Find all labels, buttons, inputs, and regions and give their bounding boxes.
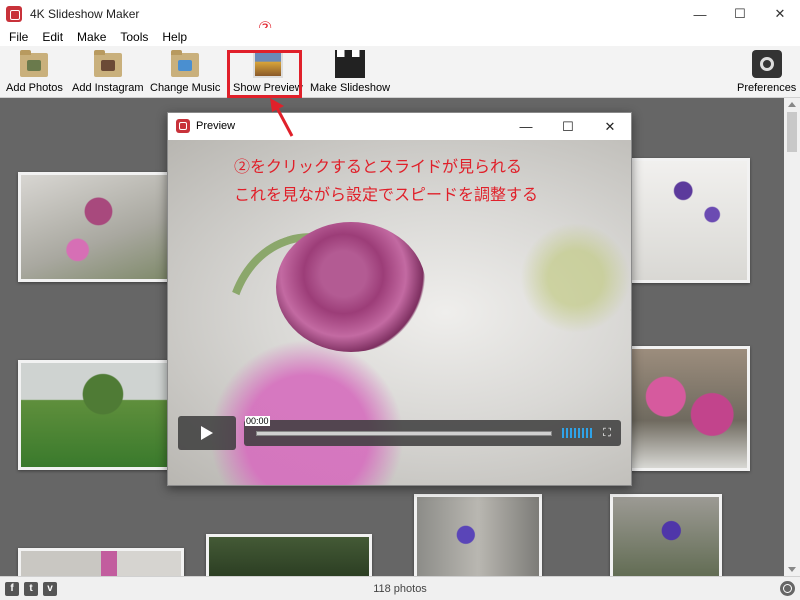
preferences-icon [751, 50, 782, 78]
menu-make[interactable]: Make [70, 30, 113, 44]
photo-thumbnail[interactable] [610, 494, 722, 576]
photo-thumbnail[interactable] [628, 158, 750, 283]
add-photos-label: Add Photos [6, 82, 63, 94]
add-instagram-label: Add Instagram [72, 82, 144, 94]
volume-icon[interactable] [562, 428, 594, 438]
instagram-icon [93, 50, 123, 78]
video-player-controls: 00:00 ⛶ [178, 416, 621, 450]
preferences-label: Preferences [737, 82, 797, 94]
menu-help[interactable]: Help [155, 30, 194, 44]
window-controls: — ☐ ✕ [680, 0, 800, 28]
photo-thumbnail[interactable] [18, 360, 173, 470]
photo-thumbnail[interactable] [206, 534, 372, 576]
photo-thumbnail[interactable] [18, 172, 173, 282]
preview-app-icon [176, 119, 190, 133]
fullscreen-icon[interactable]: ⛶ [600, 426, 614, 440]
close-button[interactable]: ✕ [760, 0, 800, 28]
globe-icon[interactable] [780, 581, 795, 596]
scroll-up-arrow-icon[interactable] [788, 102, 796, 107]
preview-close-button[interactable]: ✕ [589, 113, 631, 140]
annotation-text-line1: ②をクリックするとスライドが見られる [234, 159, 523, 176]
player-control-bar: 00:00 ⛶ [244, 416, 621, 446]
music-note-icon [170, 50, 200, 78]
flower-shape [276, 222, 426, 352]
window-title: 4K Slideshow Maker [30, 7, 140, 21]
preview-window: Preview — ☐ ✕ ②をクリックするとスライドが見られる これを見ながら… [167, 112, 632, 486]
photo-count: 118 photos [373, 583, 427, 595]
menu-file[interactable]: File [2, 30, 35, 44]
preview-title-bar: Preview — ☐ ✕ [168, 113, 631, 140]
scroll-thumb[interactable] [787, 112, 797, 152]
preview-title: Preview [196, 120, 236, 132]
make-slideshow-label: Make Slideshow [310, 82, 391, 94]
vertical-scrollbar[interactable] [784, 98, 800, 576]
menu-bar: File Edit Make Tools Help [0, 28, 800, 46]
minimize-button[interactable]: — [680, 0, 720, 28]
preferences-button[interactable]: Preferences [737, 50, 796, 94]
annotation-text-line2: これを見ながら設定でスピードを調整する [234, 187, 539, 204]
menu-tools[interactable]: Tools [113, 30, 155, 44]
change-music-label: Change Music [150, 82, 221, 94]
add-photos-button[interactable]: Add Photos [6, 50, 63, 94]
preview-window-controls: — ☐ ✕ [505, 113, 631, 140]
seek-bar[interactable] [256, 431, 552, 436]
play-button[interactable] [178, 416, 236, 450]
clapperboard-icon [335, 50, 366, 78]
scroll-down-arrow-icon[interactable] [788, 567, 796, 572]
add-photos-icon [19, 50, 49, 78]
menu-edit[interactable]: Edit [35, 30, 70, 44]
preview-maximize-button[interactable]: ☐ [547, 113, 589, 140]
show-preview-highlight [227, 50, 302, 98]
app-logo-icon [6, 6, 22, 22]
annotation-arrow-icon [270, 98, 294, 137]
add-instagram-button[interactable]: Add Instagram [72, 50, 144, 94]
toolbar: Add Photos Add Instagram Change Music Sh… [0, 46, 800, 98]
photo-thumbnail[interactable] [628, 346, 750, 471]
preview-minimize-button[interactable]: — [505, 113, 547, 140]
playback-time: 00:00 [245, 416, 270, 426]
status-bar: f t v 118 photos [0, 576, 800, 600]
flower-stem-shape [508, 276, 631, 485]
photo-thumbnail[interactable] [414, 494, 542, 576]
make-slideshow-button[interactable]: Make Slideshow [310, 50, 390, 94]
maximize-button[interactable]: ☐ [720, 0, 760, 28]
title-bar: 4K Slideshow Maker — ☐ ✕ [0, 0, 800, 28]
change-music-button[interactable]: Change Music [150, 50, 220, 94]
photo-thumbnail[interactable] [18, 548, 184, 576]
